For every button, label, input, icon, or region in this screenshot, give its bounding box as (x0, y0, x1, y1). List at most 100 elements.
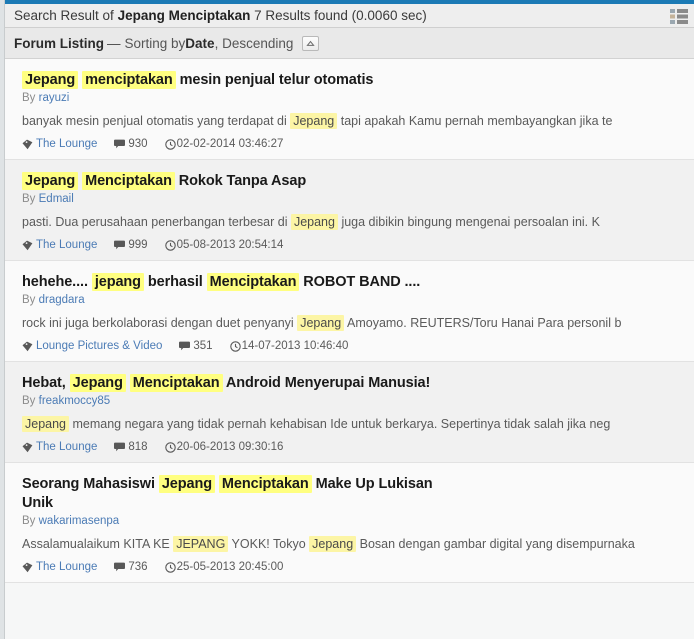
search-result-summary: Search Result of Jepang Menciptakan 7 Re… (14, 9, 427, 23)
forum-tag[interactable]: The Lounge (22, 440, 97, 454)
forum-listing-label: Forum Listing (14, 35, 104, 51)
post-date: 05-08-2013 20:54:14 (164, 238, 284, 252)
text-segment: mesin penjual telur otomatis (175, 72, 374, 88)
result-meta: Lounge Pictures & Video 351 14-07-2013 1… (22, 339, 680, 353)
by-label: By (22, 193, 39, 205)
author-link[interactable]: Edmail (39, 193, 74, 205)
post-date: 25-05-2013 20:45:00 (164, 560, 284, 574)
result-author-line: By Edmail (22, 192, 680, 207)
chevron-up-icon[interactable] (302, 35, 320, 51)
by-label: By (22, 294, 39, 306)
result-author-line: By rayuzi (22, 91, 680, 106)
replies-count: 999 (114, 238, 148, 252)
forum-tag[interactable]: The Lounge (22, 560, 97, 574)
date-value: 02-02-2014 03:46:27 (176, 138, 284, 150)
result-title[interactable]: Jepang menciptakan mesin penjual telur o… (22, 71, 680, 90)
replies-count: 818 (114, 440, 148, 454)
forum-name[interactable]: Lounge Pictures & Video (36, 339, 162, 353)
forum-name[interactable]: The Lounge (36, 440, 97, 454)
forum-name[interactable]: The Lounge (36, 238, 97, 252)
text-segment: Android Menyerupai Manusia! (222, 375, 431, 391)
author-link[interactable]: dragdara (39, 294, 85, 306)
result-author-line: By dragdara (22, 293, 680, 308)
replies-count: 930 (114, 137, 148, 151)
text-segment: rock ini juga berkolaborasi dengan duet … (22, 316, 298, 330)
tag-icon (22, 341, 33, 352)
forum-name[interactable]: The Lounge (36, 137, 97, 151)
result-snippet: Assalamualaikum KITA KE JEPANG YOKK! Tok… (22, 536, 680, 553)
post-date: 20-06-2013 09:30:16 (164, 440, 284, 454)
table-row[interactable]: Jepang menciptakan mesin penjual telur o… (0, 59, 694, 160)
sort-direction[interactable]: , Descending (215, 36, 294, 51)
clock-icon (164, 239, 176, 251)
result-title[interactable]: Seorang Mahasiswi Jepang Menciptakan Mak… (22, 475, 462, 513)
author-link[interactable]: freakmoccy85 (39, 395, 111, 407)
comment-icon (114, 562, 126, 572)
highlighted-term: Jepang (297, 315, 345, 331)
text-segment: memang negara yang tidak pernah kehabisa… (69, 417, 611, 431)
highlighted-term: JEPANG (173, 536, 229, 552)
replies-value: 930 (128, 138, 148, 150)
clock-icon (164, 561, 176, 573)
forum-tag[interactable]: Lounge Pictures & Video (22, 339, 162, 353)
comment-icon (114, 240, 126, 250)
highlighted-term: Jepang (158, 475, 215, 493)
highlighted-term: Menciptakan (218, 475, 312, 493)
forum-name[interactable]: The Lounge (36, 560, 97, 574)
text-segment: banyak mesin penjual otomatis yang terda… (22, 114, 291, 128)
text-segment: YOKK! Tokyo (228, 537, 310, 551)
list-view-icon[interactable] (670, 9, 688, 24)
result-snippet: pasti. Dua perusahaan penerbangan terbes… (22, 214, 680, 231)
table-row[interactable]: Hebat, Jepang Menciptakan Android Menyer… (0, 362, 694, 463)
forum-tag[interactable]: The Lounge (22, 238, 97, 252)
comment-icon (114, 442, 126, 452)
date-value: 20-06-2013 09:30:16 (176, 441, 284, 453)
result-author-line: By wakarimasenpa (22, 514, 680, 529)
table-row[interactable]: Jepang Menciptakan Rokok Tanpa Asap By E… (0, 160, 694, 261)
tag-icon (22, 442, 33, 453)
text-segment: pasti. Dua perusahaan penerbangan terbes… (22, 215, 291, 229)
result-author-line: By freakmoccy85 (22, 394, 680, 409)
highlighted-term: Jepang (290, 113, 338, 129)
by-label: By (22, 92, 39, 104)
text-segment: Amoyamo. REUTERS/Toru Hanai Para personi… (344, 316, 622, 330)
text-segment: Rokok Tanpa Asap (174, 173, 307, 189)
search-query: Jepang Menciptakan (117, 7, 251, 23)
by-label: By (22, 395, 39, 407)
clock-icon (229, 340, 241, 352)
text-segment: Assalamualaikum KITA KE (22, 537, 174, 551)
table-row[interactable]: hehehe.... jepang berhasil Menciptakan R… (0, 261, 694, 362)
highlighted-term: Jepang (309, 536, 357, 552)
highlighted-term: Menciptakan (129, 374, 223, 392)
result-title[interactable]: hehehe.... jepang berhasil Menciptakan R… (22, 273, 680, 292)
text-segment: Hebat, (22, 375, 70, 391)
author-link[interactable]: rayuzi (39, 92, 70, 104)
replies-value: 736 (128, 561, 148, 573)
result-title[interactable]: Jepang Menciptakan Rokok Tanpa Asap (22, 172, 680, 191)
date-value: 05-08-2013 20:54:14 (176, 239, 284, 251)
text-segment: tapi apakah Kamu pernah membayangkan jik… (337, 114, 613, 128)
highlighted-term: Jepang (22, 71, 79, 89)
listing-dash: — (107, 35, 121, 51)
forum-tag[interactable]: The Lounge (22, 137, 97, 151)
table-row[interactable]: Seorang Mahasiswi Jepang Menciptakan Mak… (0, 463, 694, 583)
highlighted-term: menciptakan (82, 71, 176, 89)
date-value: 25-05-2013 20:45:00 (176, 561, 284, 573)
tag-icon (22, 240, 33, 251)
text-segment: berhasil (143, 274, 207, 290)
search-result-prefix: Search Result of (14, 7, 118, 23)
highlighted-term: Menciptakan (206, 273, 300, 291)
sorting-prefix: Sorting by (124, 35, 186, 51)
author-link[interactable]: wakarimasenpa (39, 515, 120, 527)
text-segment: hehehe.... (22, 274, 92, 290)
result-snippet: rock ini juga berkolaborasi dengan duet … (22, 315, 680, 332)
highlighted-term: Jepang (22, 416, 70, 432)
sort-field[interactable]: Date (185, 36, 214, 51)
text-segment: ROBOT BAND .... (299, 274, 421, 290)
highlighted-term: jepang (91, 273, 144, 291)
clock-icon (164, 138, 176, 150)
replies-value: 999 (128, 239, 148, 251)
post-date: 14-07-2013 10:46:40 (229, 339, 348, 353)
result-title[interactable]: Hebat, Jepang Menciptakan Android Menyer… (22, 374, 680, 393)
forum-listing-sort-bar: Forum Listing — Sorting by Date , Descen… (0, 28, 694, 59)
